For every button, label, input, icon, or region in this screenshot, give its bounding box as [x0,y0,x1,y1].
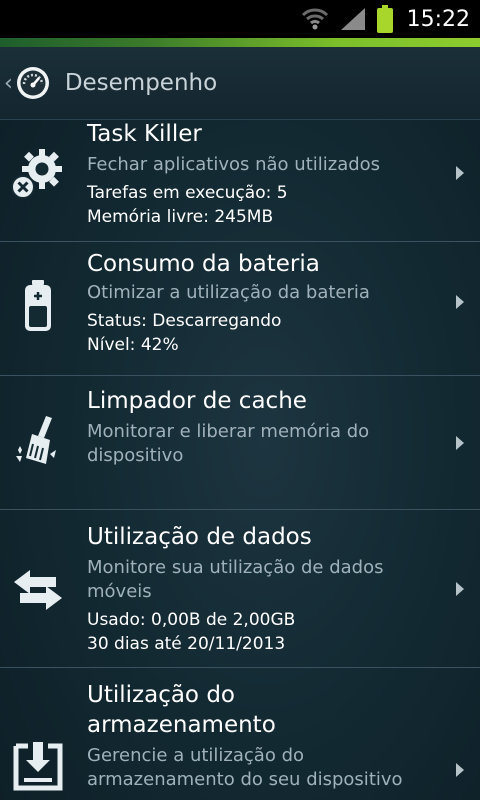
item-title: armazenamento [87,712,276,738]
chevron-right-icon [456,166,464,180]
back-button[interactable]: ‹ [0,65,51,101]
list-item-storage[interactable]: Utilização do armazenamento Gerencie a u… [0,668,480,800]
chevron-right-icon [456,436,464,450]
chevron-right-icon [456,295,464,309]
item-detail: Usado: 0,00B de 2,00GB [87,610,296,630]
page-title: Desempenho [64,70,218,96]
signal-icon [340,8,365,30]
item-detail: 30 dias até 20/11/2013 [87,634,286,654]
accent-bar [0,38,480,47]
transfer-arrows-icon [14,570,62,610]
status-bar: 15:22 [0,0,480,38]
item-detail: Tarefas em execução: 5 [87,183,288,203]
battery-icon [376,5,393,33]
item-title: Utilização de dados [87,524,312,550]
item-subtitle: armazenamento do seu dispositivo [87,769,403,790]
wifi-icon [301,8,328,30]
item-title: Limpador de cache [87,388,307,414]
item-title: Utilização do [87,682,235,708]
item-detail: Memória livre: 245MB [87,207,274,227]
list-item-data-usage[interactable]: Utilização de dados Monitore sua utiliza… [0,510,480,668]
broom-icon [16,416,56,464]
item-subtitle: Fechar aplicativos não utilizados [87,154,381,175]
storage-download-icon [13,742,63,791]
chevron-left-icon: ‹ [4,70,13,96]
item-subtitle: Otimizar a utilização da bateria [87,282,370,303]
list-item-task-killer[interactable]: Task Killer Fechar aplicativos não utili… [0,119,480,242]
item-detail: Nível: 42% [87,335,179,355]
list-item-battery[interactable]: Consumo da bateria Otimizar a utilização… [0,242,480,376]
status-time: 15:22 [406,6,470,32]
item-subtitle: móveis [87,581,152,602]
speedometer-icon [16,67,49,99]
battery-icon [25,280,51,331]
item-subtitle: Monitorar e liberar memória do [87,421,370,442]
item-title: Consumo da bateria [87,251,320,277]
settings-list: Task Killer Fechar aplicativos não utili… [0,119,480,800]
chevron-right-icon [456,582,464,596]
chevron-right-icon [456,763,464,777]
item-subtitle: dispositivo [87,445,184,466]
item-subtitle: Gerencie a utilização do [87,745,305,766]
app-bar: ‹ Desempenho [0,47,480,120]
gear-close-icon [11,149,62,199]
item-detail: Status: Descarregando [87,311,282,331]
list-item-cache-cleaner[interactable]: Limpador de cache Monitorar e liberar me… [0,376,480,510]
item-title: Task Killer [87,121,202,147]
item-subtitle: Monitore sua utilização de dados [87,557,384,578]
